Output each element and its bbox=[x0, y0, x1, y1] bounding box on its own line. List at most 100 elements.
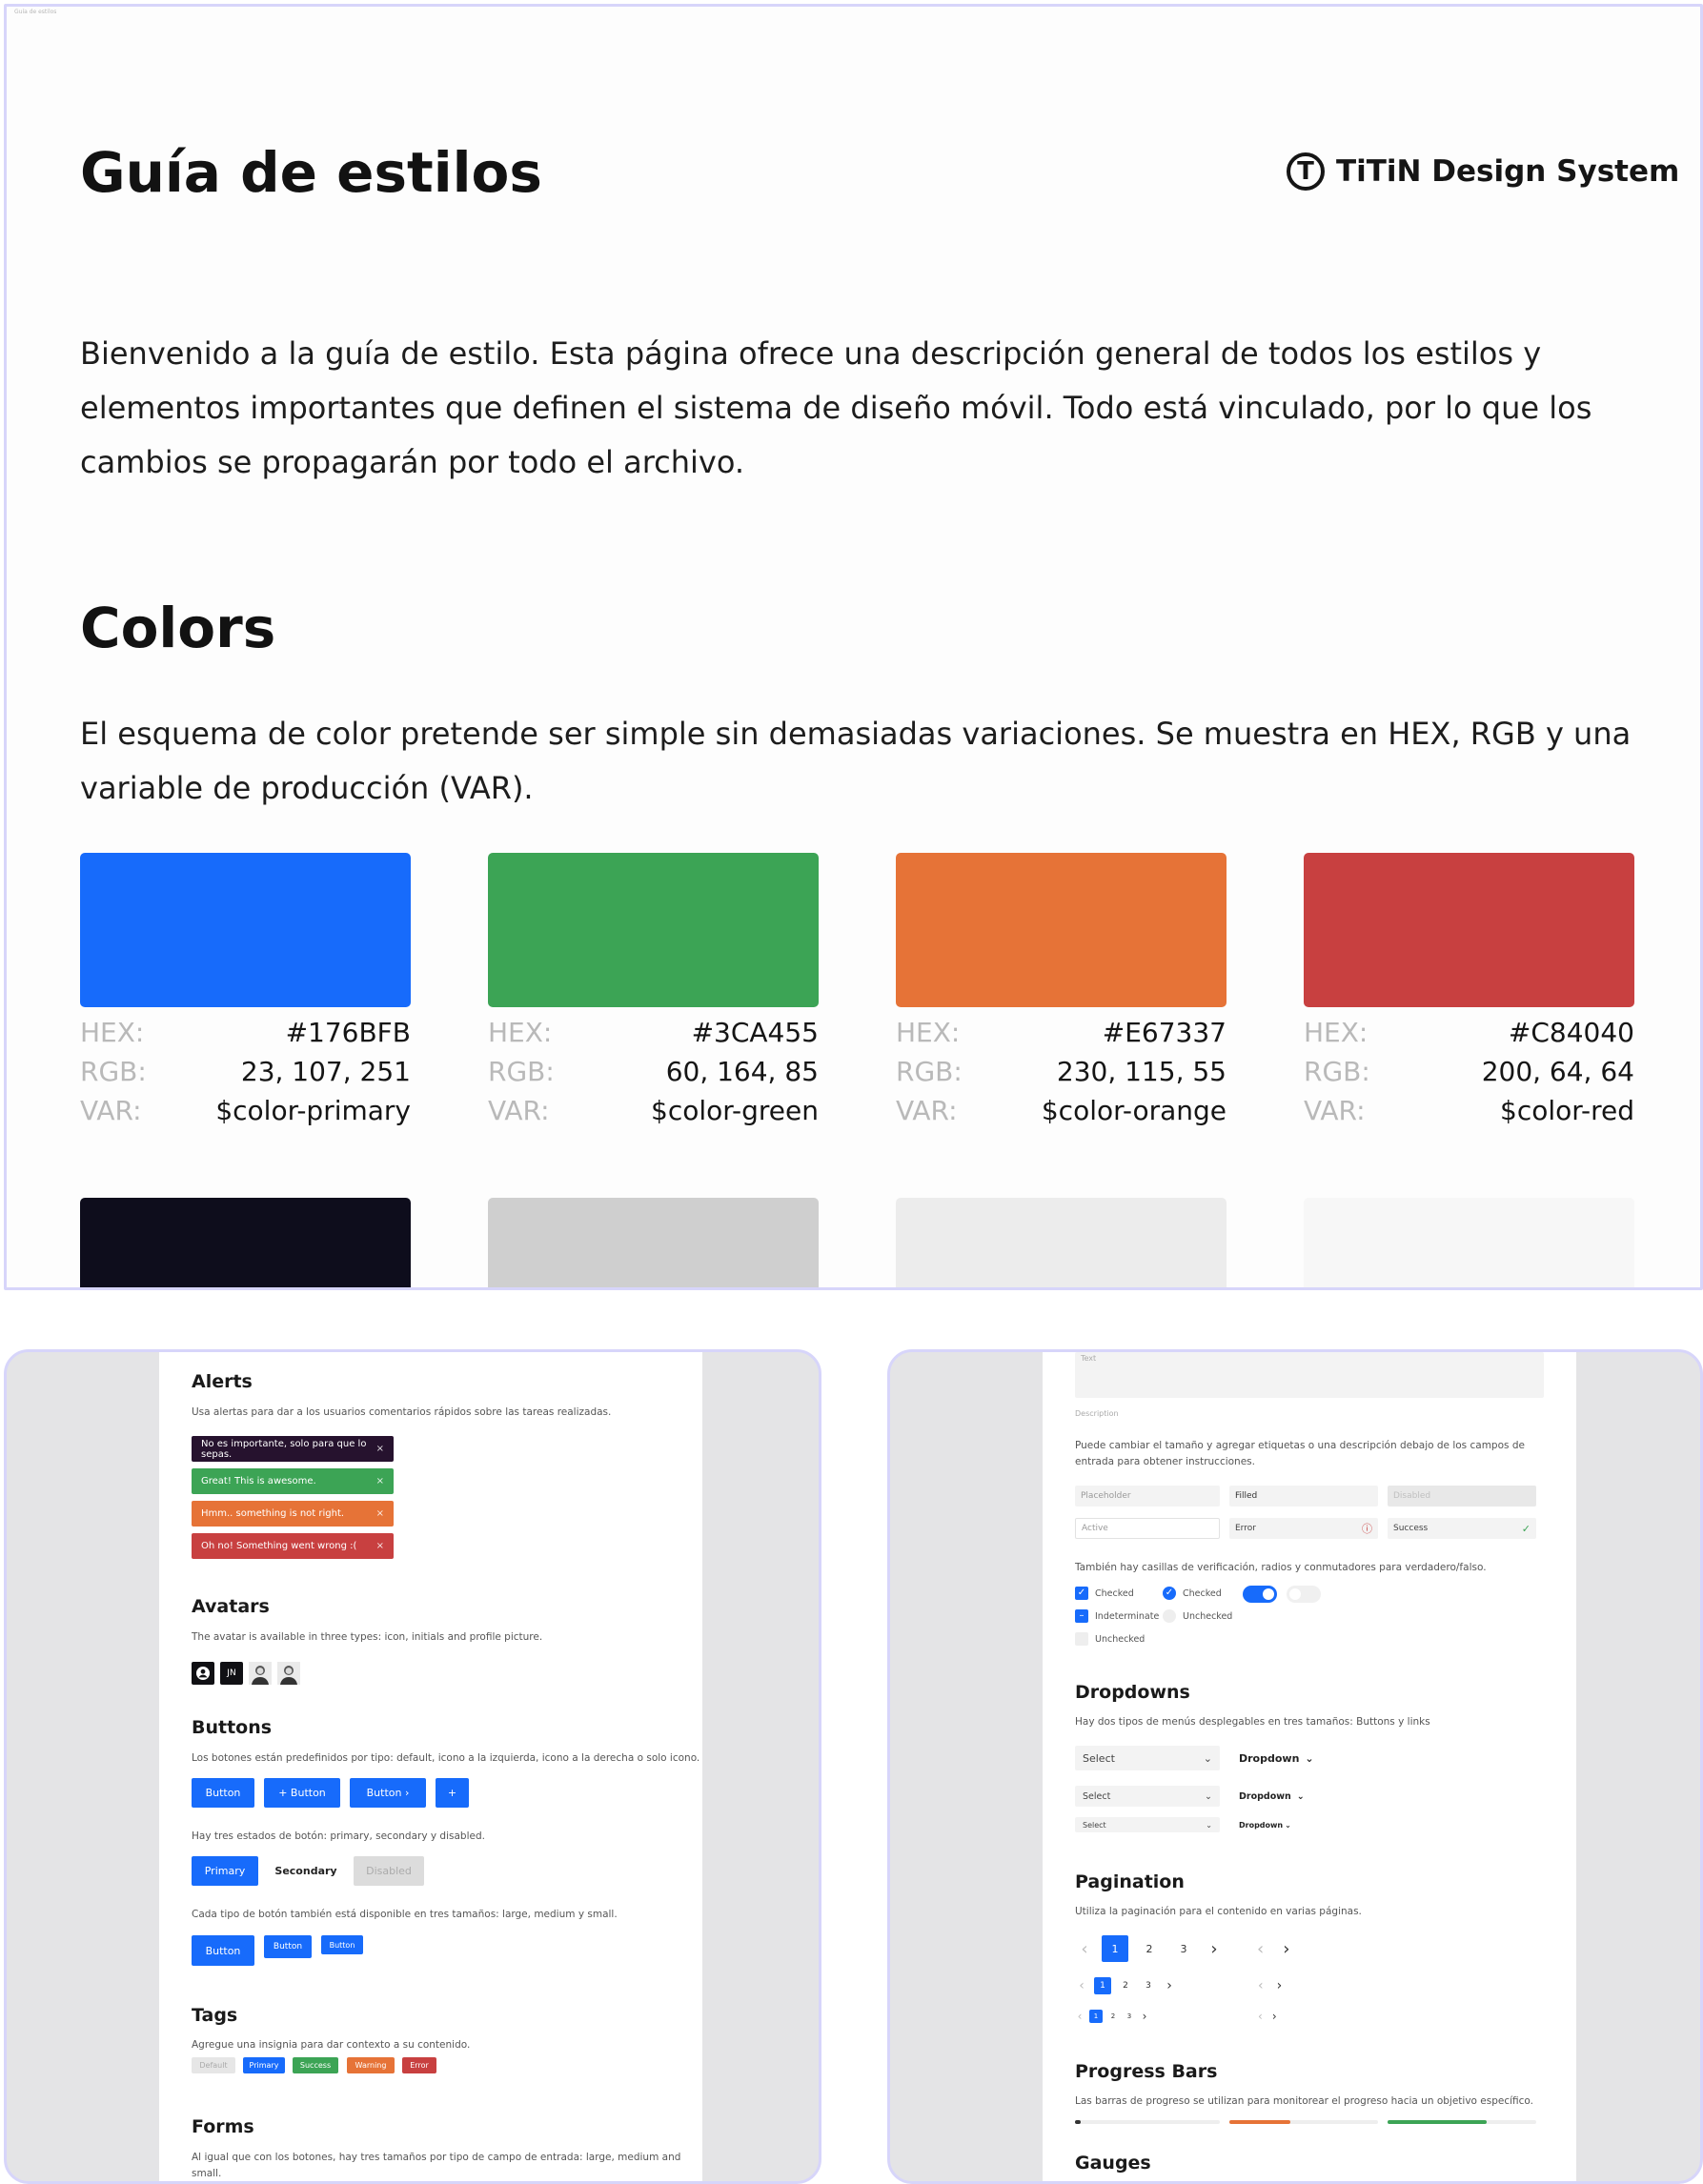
color-rgb-label: RGB: bbox=[488, 1056, 555, 1087]
radio-unchecked-icon bbox=[1163, 1609, 1176, 1623]
button-icon-only[interactable]: + bbox=[436, 1778, 469, 1808]
forms-description: Al igual que con los botones, hay tres t… bbox=[192, 2152, 681, 2179]
button-default[interactable]: Button bbox=[192, 1778, 254, 1808]
checkbox-checked[interactable]: ✓ Checked bbox=[1075, 1587, 1134, 1600]
pagination-page[interactable]: 1 bbox=[1089, 2010, 1103, 2023]
pagination-page[interactable]: 2 bbox=[1107, 2010, 1119, 2023]
checkbox-indeterminate[interactable]: – Indeterminate bbox=[1075, 1609, 1159, 1623]
input-filled[interactable]: Filled bbox=[1229, 1486, 1378, 1507]
pagination-next[interactable]: › bbox=[1140, 2010, 1149, 2023]
toggle-knob bbox=[1289, 1588, 1301, 1600]
check-icon: ✓ bbox=[1521, 1522, 1531, 1535]
radio-unchecked[interactable]: Unchecked bbox=[1163, 1609, 1232, 1623]
button-medium[interactable]: Button bbox=[264, 1935, 312, 1958]
pagination-page[interactable]: 2 bbox=[1117, 1977, 1134, 1994]
color-var-row: VAR: $color-red bbox=[1304, 1095, 1634, 1134]
alert-text: Great! This is awesome. bbox=[201, 1476, 316, 1486]
pagination-prev[interactable]: ‹ bbox=[1075, 1977, 1088, 1994]
checkbox-unchecked-icon bbox=[1075, 1632, 1088, 1646]
radio-checked[interactable]: ✓ Checked bbox=[1163, 1587, 1222, 1600]
alert: No es importante, solo para que lo sepas… bbox=[192, 1436, 394, 1462]
button-states-description: Hay tres estados de botón: primary, seco… bbox=[192, 1830, 485, 1842]
pagination-page[interactable]: 3 bbox=[1124, 2010, 1135, 2023]
input-error[interactable]: Error ⓘ bbox=[1229, 1518, 1378, 1539]
button-icon-left[interactable]: + Button bbox=[264, 1778, 340, 1808]
close-icon[interactable]: × bbox=[376, 1444, 384, 1454]
progress-bar-fill bbox=[1229, 2120, 1290, 2124]
color-swatch bbox=[80, 1198, 411, 1287]
style-guide-page-preview: Guía de estilos Guía de estilos T TiTiN … bbox=[4, 4, 1703, 1290]
color-var-label: VAR: bbox=[1304, 1095, 1366, 1126]
close-icon[interactable]: × bbox=[376, 1476, 384, 1486]
pagination-page[interactable]: 2 bbox=[1136, 1935, 1163, 1962]
alert: Hmm.. something is not right. × bbox=[192, 1501, 394, 1527]
pagination-prev[interactable]: ‹ bbox=[1257, 1935, 1264, 1962]
checks-description: También hay casillas de verificación, ra… bbox=[1075, 1562, 1487, 1573]
color-swatch bbox=[1304, 853, 1634, 1007]
dropdowns-description: Hay dos tipos de menús desplegables en t… bbox=[1075, 1716, 1430, 1728]
window-title: Guía de estilos bbox=[14, 9, 57, 15]
dropdown-select-small[interactable]: Select ⌄ bbox=[1075, 1817, 1220, 1832]
pagination-heading: Pagination bbox=[1075, 1871, 1185, 1892]
progress-bars-description: Las barras de progreso se utilizan para … bbox=[1075, 2095, 1534, 2107]
color-rgb-label: RGB: bbox=[80, 1056, 147, 1087]
error-icon: ⓘ bbox=[1362, 1523, 1372, 1535]
button-large[interactable]: Button bbox=[192, 1935, 254, 1966]
buttons-heading: Buttons bbox=[192, 1717, 273, 1738]
color-var-value: $color-green bbox=[651, 1095, 819, 1126]
brand-logo: T TiTiN Design System bbox=[1287, 152, 1679, 191]
color-rgb-value: 23, 107, 251 bbox=[240, 1056, 411, 1087]
color-hex-label: HEX: bbox=[80, 1017, 145, 1048]
close-icon[interactable]: × bbox=[376, 1508, 384, 1519]
pagination-next[interactable]: › bbox=[1283, 1935, 1289, 1962]
logo-text: TiTiN Design System bbox=[1336, 154, 1680, 189]
pagination-next[interactable]: › bbox=[1163, 1977, 1176, 1994]
components-preview-left: Alerts Usa alertas para dar a los usuari… bbox=[4, 1349, 821, 2184]
pagination-page[interactable]: 1 bbox=[1094, 1977, 1111, 1994]
toggle-on[interactable] bbox=[1243, 1586, 1277, 1603]
pagination-next[interactable]: › bbox=[1272, 2010, 1277, 2023]
pagination-page[interactable]: 3 bbox=[1170, 1935, 1197, 1962]
checkbox-unchecked[interactable]: Unchecked bbox=[1075, 1632, 1145, 1646]
pagination-page[interactable]: 3 bbox=[1140, 1977, 1157, 1994]
color-card: HEX: #3CA455 RGB: 60, 164, 85 VAR: $color-gre… bbox=[488, 853, 819, 1134]
button-small[interactable]: Button bbox=[321, 1935, 363, 1954]
color-rgb-value: 200, 64, 64 bbox=[1481, 1056, 1634, 1087]
pagination-large: ‹ 1 2 3 › bbox=[1075, 1935, 1224, 1962]
pagination-page[interactable]: 1 bbox=[1102, 1935, 1128, 1962]
pagination-prev[interactable]: ‹ bbox=[1075, 2010, 1085, 2023]
button-primary[interactable]: Primary bbox=[192, 1856, 258, 1886]
textarea-field[interactable]: Text bbox=[1075, 1352, 1544, 1398]
components-page-right: Text Description Puede cambiar el tamaño… bbox=[1043, 1352, 1576, 2181]
color-hex-label: HEX: bbox=[488, 1017, 553, 1048]
dropdown-select-medium[interactable]: Select ⌄ bbox=[1075, 1786, 1220, 1807]
radio-checked-icon: ✓ bbox=[1163, 1587, 1176, 1600]
button-icon-right[interactable]: Button › bbox=[350, 1778, 426, 1808]
dropdown-link-small[interactable]: Dropdown ⌄ bbox=[1239, 1817, 1291, 1832]
pagination-simple-small: ‹ › bbox=[1258, 2010, 1277, 2023]
button-secondary[interactable]: Secondary bbox=[268, 1856, 344, 1886]
toggle-off[interactable] bbox=[1287, 1586, 1321, 1603]
pagination-prev[interactable]: ‹ bbox=[1258, 2010, 1263, 2023]
button-sizes-description: Cada tipo de botón también está disponib… bbox=[192, 1909, 618, 1920]
color-swatch bbox=[488, 1198, 819, 1287]
tags-heading: Tags bbox=[192, 2005, 238, 2026]
pagination-next[interactable]: › bbox=[1277, 1977, 1283, 1994]
pagination-prev[interactable]: ‹ bbox=[1075, 1935, 1094, 1962]
dropdown-link-large[interactable]: Dropdown ⌄ bbox=[1239, 1746, 1314, 1770]
color-rgb-value: 230, 115, 55 bbox=[1056, 1056, 1227, 1087]
dropdown-select-large[interactable]: Select ⌄ bbox=[1075, 1746, 1220, 1770]
input-success[interactable]: Success ✓ bbox=[1388, 1518, 1536, 1539]
avatars-description: The avatar is available in three types: … bbox=[192, 1631, 543, 1643]
dropdown-link-medium[interactable]: Dropdown ⌄ bbox=[1239, 1786, 1305, 1807]
window-title-bar: Guía de estilos bbox=[7, 7, 1700, 20]
pagination-next[interactable]: › bbox=[1205, 1935, 1224, 1962]
color-rgb-row: RGB: 230, 115, 55 bbox=[896, 1056, 1227, 1095]
input-placeholder[interactable]: Placeholder bbox=[1075, 1486, 1220, 1507]
close-icon[interactable]: × bbox=[376, 1541, 384, 1551]
alerts-heading: Alerts bbox=[192, 1371, 253, 1392]
input-active[interactable]: Active bbox=[1075, 1518, 1220, 1539]
color-var-value: $color-primary bbox=[215, 1095, 411, 1126]
pagination-prev[interactable]: ‹ bbox=[1258, 1977, 1264, 1994]
tag-default: Default bbox=[192, 2057, 235, 2073]
